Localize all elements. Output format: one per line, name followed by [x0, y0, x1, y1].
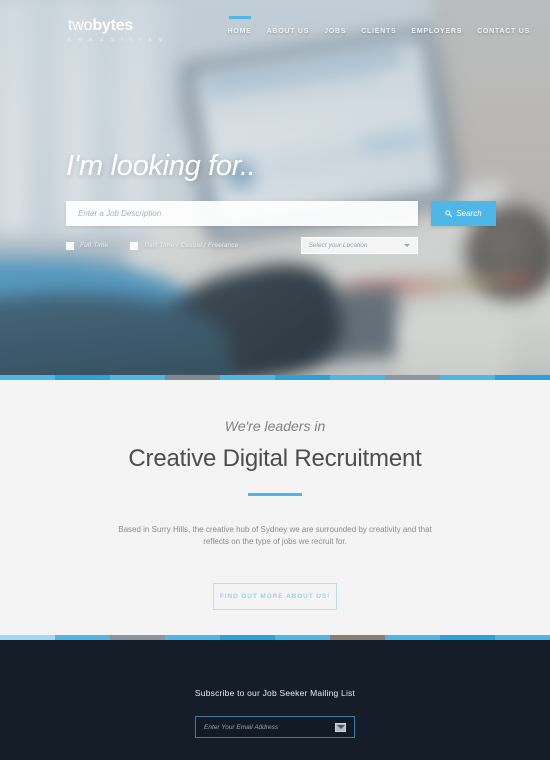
divider-segment [495, 375, 550, 380]
divider-strip-bottom [0, 635, 550, 640]
checkbox-full-time[interactable] [66, 241, 74, 250]
nav-item-employers[interactable]: EMPLOYERS [411, 22, 462, 41]
filter-full-time[interactable]: Full Time [66, 241, 109, 250]
search-icon [445, 210, 453, 217]
nav-item-about-us[interactable]: ABOUT US [267, 22, 310, 41]
divider-segment [55, 375, 110, 380]
job-search-row: Search [66, 201, 550, 226]
divider-segment [220, 635, 275, 640]
location-select[interactable]: Select your Location [300, 237, 418, 254]
newsletter-form [195, 716, 355, 738]
checkbox-part-time[interactable] [130, 241, 139, 250]
job-description-input[interactable] [66, 201, 418, 226]
logo-tagline: c o n s u l t i n g [68, 37, 166, 44]
logo-wordmark: twobytes [68, 18, 166, 34]
divider-segment [440, 375, 495, 380]
divider-segment [385, 635, 440, 640]
nav-item-contact-us[interactable]: CONTACT US [477, 22, 530, 41]
divider-segment [330, 635, 385, 640]
divider-segment [165, 635, 220, 640]
divider-segment [275, 635, 330, 640]
site-header: twobytes c o n s u l t i n g HOME ABOUT … [0, 0, 550, 62]
divider-segment [495, 635, 550, 640]
divider-segment [440, 635, 495, 640]
email-input[interactable] [204, 723, 335, 731]
footer-section: Subscribe to our Job Seeker Mailing List [0, 640, 550, 760]
job-filter-row: Full Time Part Time / Casual / Freelance… [66, 237, 550, 254]
envelope-icon[interactable] [335, 722, 346, 732]
filter-part-time-label: Part Time / Casual / Freelance [144, 242, 239, 249]
search-button-label: Search [456, 209, 482, 218]
leaders-kicker: We're leaders in [224, 418, 326, 434]
main-navigation: HOME ABOUT US JOBS CLIENTS EMPLOYERS CON… [228, 22, 530, 41]
logo-part-one: two [68, 17, 93, 35]
hero-section: twobytes c o n s u l t i n g HOME ABOUT … [0, 0, 550, 375]
divider-segment [330, 375, 385, 380]
divider-segment [0, 375, 55, 380]
leaders-section: We're leaders in Creative Digital Recrui… [0, 380, 550, 635]
divider-segment [165, 375, 220, 380]
divider-segment [110, 635, 165, 640]
leaders-title: Creative Digital Recruitment [128, 445, 422, 472]
hero-headline: I'm looking for.. [66, 150, 256, 182]
newsletter-title: Subscribe to our Job Seeker Mailing List [194, 688, 356, 698]
filter-part-time[interactable]: Part Time / Casual / Freelance [130, 241, 239, 250]
divider-segment [0, 635, 55, 640]
divider-segment [55, 635, 110, 640]
leaders-accent-rule [248, 493, 302, 496]
nav-item-jobs[interactable]: JOBS [324, 22, 346, 41]
divider-segment [385, 375, 440, 380]
divider-segment [110, 375, 165, 380]
nav-item-clients[interactable]: CLIENTS [361, 22, 396, 41]
chevron-down-icon [403, 244, 410, 247]
logo-part-two: bytes [92, 17, 134, 35]
divider-segment [275, 375, 330, 380]
nav-item-home[interactable]: HOME [228, 22, 252, 41]
leaders-body-text: Based in Surry Hills, the creative hub o… [118, 525, 432, 547]
filter-full-time-label: Full Time [80, 242, 109, 249]
search-button[interactable]: Search [431, 201, 496, 226]
divider-strip-top [0, 375, 550, 380]
find-out-more-button[interactable]: FIND OUT MORE ABOUT US! [213, 582, 337, 610]
site-logo[interactable]: twobytes c o n s u l t i n g [68, 18, 166, 44]
location-select-label: Select your Location [308, 242, 368, 249]
divider-segment [220, 375, 275, 380]
